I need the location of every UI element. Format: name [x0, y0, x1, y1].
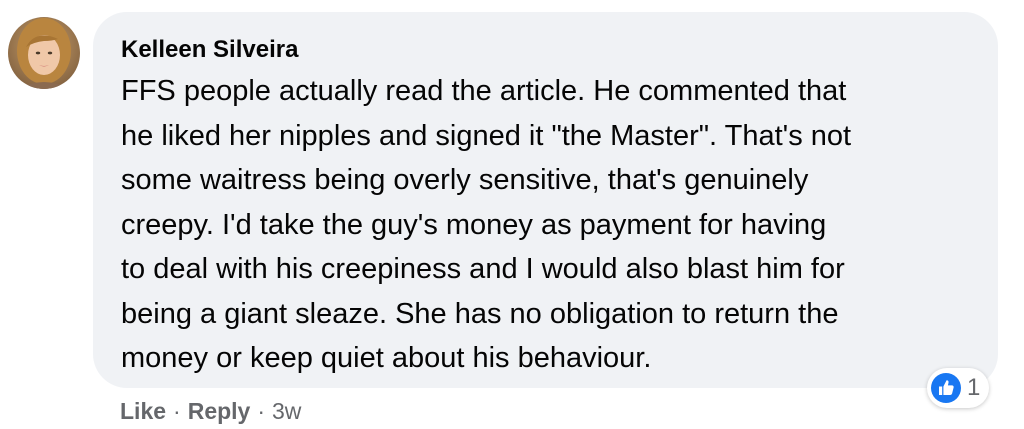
- avatar-image: [8, 17, 80, 89]
- like-icon: [931, 373, 961, 403]
- comment-line: creepy. I'd take the guy's money as paym…: [121, 208, 827, 241]
- comment-timestamp[interactable]: 3w: [272, 398, 301, 425]
- comment-line: some waitress being overly sensitive, th…: [121, 164, 809, 196]
- separator: ·: [173, 397, 181, 424]
- reaction-summary[interactable]: 1: [927, 368, 990, 408]
- comment-line: money or keep quiet about his behaviour.: [121, 342, 652, 374]
- comment-bubble: Kelleen Silveira FFS people actually rea…: [93, 12, 998, 388]
- like-button[interactable]: Like: [120, 398, 166, 425]
- reply-button[interactable]: Reply: [188, 398, 251, 425]
- comment-line: to deal with his creepiness and I would …: [121, 253, 845, 285]
- comment-actions: Like · Reply · 3w: [120, 394, 301, 428]
- comment-line: FFS people actually read the article. He…: [121, 75, 847, 107]
- reaction-count: 1: [967, 374, 981, 401]
- comment-author[interactable]: Kelleen Silveira: [121, 36, 970, 64]
- comment-line: he liked her nipples and signed it "the …: [121, 119, 852, 152]
- comment-line: being a giant sleaze. She has no obligat…: [121, 297, 839, 330]
- avatar[interactable]: [8, 17, 80, 89]
- separator: ·: [257, 397, 266, 424]
- comment-text: FFS people actually read the article. He…: [121, 69, 971, 381]
